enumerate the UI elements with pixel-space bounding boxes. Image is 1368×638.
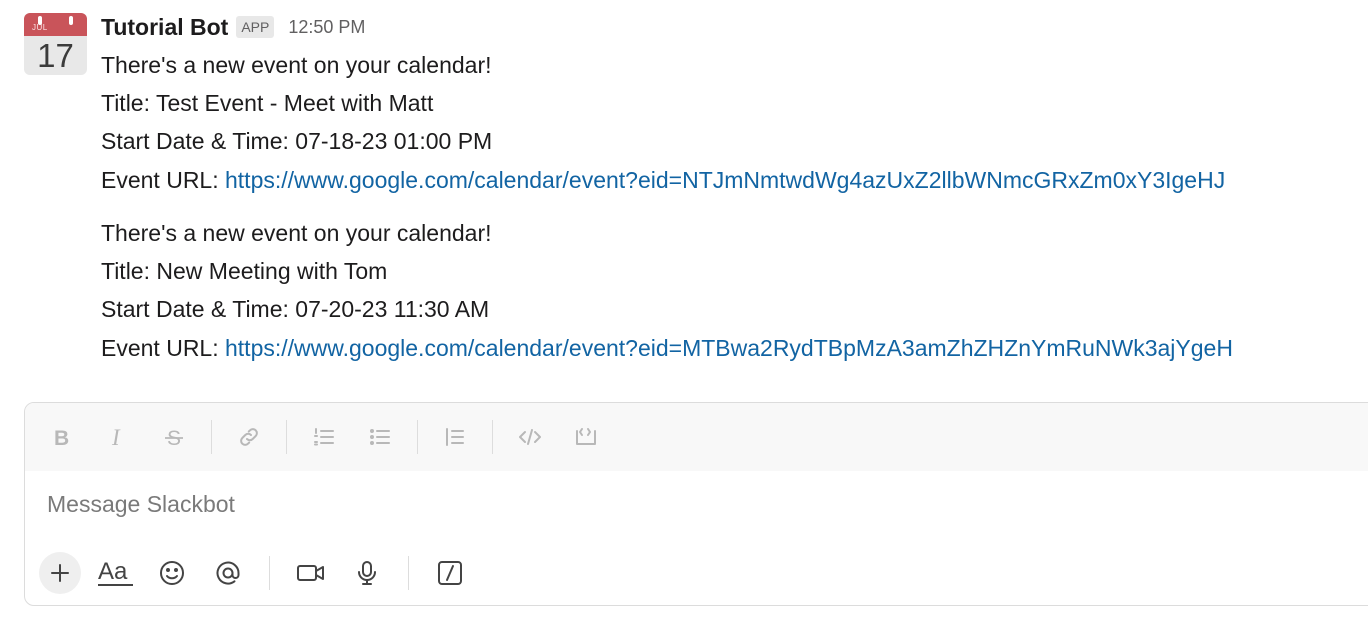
emoji-icon[interactable] — [151, 552, 193, 594]
code-block-icon[interactable] — [567, 418, 605, 456]
event-intro: There's a new event on your calendar! — [101, 220, 492, 246]
avatar-day: 17 — [37, 37, 74, 74]
toolbar-divider — [211, 420, 212, 454]
blockquote-icon[interactable] — [436, 418, 474, 456]
video-icon[interactable] — [290, 552, 332, 594]
actions-divider — [408, 556, 409, 590]
avatar-month: JUL — [32, 23, 48, 32]
actions-divider — [269, 556, 270, 590]
plus-icon[interactable] — [39, 552, 81, 594]
ordered-list-icon[interactable] — [305, 418, 343, 456]
app-badge: APP — [236, 16, 275, 38]
calendar-avatar-icon[interactable]: JUL 17 — [24, 13, 87, 75]
event-start: Start Date & Time: 07-18-23 01:00 PM — [101, 128, 493, 154]
message-header: Tutorial Bot APP 12:50 PM — [101, 13, 365, 41]
avatar-ring — [69, 16, 73, 25]
message-input[interactable]: Message Slackbot — [47, 491, 235, 518]
author-name[interactable]: Tutorial Bot — [101, 14, 228, 41]
link-icon[interactable] — [230, 418, 268, 456]
event-title: Title: Test Event - Meet with Matt — [101, 90, 434, 116]
strikethrough-icon[interactable]: S — [155, 418, 193, 456]
message-composer: B I S Message Slackbot Aa — [24, 402, 1368, 606]
slash-command-icon[interactable] — [429, 552, 471, 594]
event-url-label: Event URL: — [101, 335, 225, 361]
composer-actions: Aa — [39, 550, 485, 596]
microphone-icon[interactable] — [346, 552, 388, 594]
formatting-toolbar: B I S — [25, 403, 1368, 471]
toolbar-divider — [286, 420, 287, 454]
text-format-icon[interactable]: Aa — [95, 552, 137, 594]
svg-text:I: I — [111, 426, 121, 448]
event-start: Start Date & Time: 07-20-23 11:30 AM — [101, 296, 490, 322]
mention-icon[interactable] — [207, 552, 249, 594]
text-format-label: Aa — [98, 558, 128, 585]
event-url-line: Event URL: https://www.google.com/calend… — [101, 333, 1233, 363]
event-title: Title: New Meeting with Tom — [101, 258, 388, 284]
event-intro: There's a new event on your calendar! — [101, 52, 492, 78]
toolbar-divider — [417, 420, 418, 454]
toolbar-divider — [492, 420, 493, 454]
bold-icon[interactable]: B — [43, 418, 81, 456]
event-url-label: Event URL: — [101, 167, 225, 193]
svg-text:B: B — [54, 427, 69, 448]
italic-icon[interactable]: I — [99, 418, 137, 456]
event-url-link[interactable]: https://www.google.com/calendar/event?ei… — [225, 167, 1225, 193]
bulleted-list-icon[interactable] — [361, 418, 399, 456]
event-url-line: Event URL: https://www.google.com/calend… — [101, 165, 1225, 195]
code-icon[interactable] — [511, 418, 549, 456]
timestamp[interactable]: 12:50 PM — [288, 17, 365, 38]
event-url-link[interactable]: https://www.google.com/calendar/event?ei… — [225, 335, 1233, 361]
